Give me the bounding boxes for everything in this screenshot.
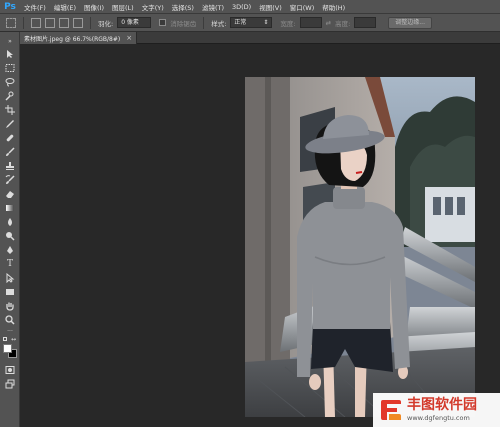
hand-icon[interactable] [3,300,17,311]
foreground-color-swatch[interactable] [3,344,12,353]
watermark: 丰图软件园 www.dgfengtu.com [373,393,500,427]
screen-mode-icon[interactable] [3,378,17,389]
history-brush-icon[interactable] [3,174,17,185]
menu-image[interactable]: 图像(I) [80,2,108,12]
zoom-icon[interactable] [3,314,17,325]
width-label: 宽度: [280,19,296,28]
menu-filter[interactable]: 滤镜(T) [198,2,228,12]
lasso-icon[interactable] [3,76,17,87]
marquee-icon[interactable] [3,62,17,73]
width-input[interactable] [299,17,322,28]
close-icon[interactable]: × [126,34,132,42]
feather-label: 羽化: [98,19,114,28]
menu-3d[interactable]: 3D(D) [228,3,255,11]
divider [203,16,205,29]
watermark-name: 丰图软件园 [407,397,477,414]
rectangular-marquee-icon[interactable] [6,17,16,28]
path-select-icon[interactable] [3,272,17,283]
style-value: 正常 [234,19,247,26]
menu-select[interactable]: 选择(S) [168,2,198,12]
height-label: 高度: [335,19,351,28]
document-tab-bar: 素材图片.jpeg @ 66.7%(RGB/8#) × [20,32,500,44]
divider [23,16,24,29]
blur-icon[interactable] [3,216,17,227]
document-tab[interactable]: 素材图片.jpeg @ 66.7%(RGB/8#) × [20,32,138,44]
menu-layer[interactable]: 图层(L) [108,2,138,12]
refine-edge-button[interactable]: 调整边缘... [388,16,432,29]
dodge-icon[interactable] [3,230,17,241]
menu-window[interactable]: 窗口(W) [286,2,319,12]
new-selection-icon[interactable] [31,17,41,28]
menu-view[interactable]: 视图(V) [255,2,286,12]
add-selection-icon[interactable] [45,17,55,28]
quick-mask-icon[interactable] [3,364,17,375]
menu-edit[interactable]: 编辑(E) [50,2,80,12]
menu-type[interactable]: 文字(Y) [138,2,168,12]
watermark-url: www.dgfengtu.com [407,414,470,423]
shape-icon[interactable] [3,286,17,297]
default-colors-icon[interactable] [3,337,7,341]
style-select[interactable]: 正常 ⇕ [230,17,273,28]
subtract-selection-icon[interactable] [59,17,69,28]
app-logo: Ps [4,1,16,12]
menu-bar: Ps 文件(F) 编辑(E) 图像(I) 图层(L) 文字(Y) 选择(S) 滤… [0,0,500,14]
gradient-icon[interactable] [3,202,17,213]
eraser-icon[interactable] [3,188,17,199]
panel-collapse-icon[interactable]: » [3,36,17,47]
antialias-checkbox[interactable] [159,19,167,26]
healing-brush-icon[interactable] [3,132,17,143]
eyedropper-icon[interactable] [3,118,17,129]
divider [90,16,91,29]
clone-stamp-icon[interactable] [3,160,17,171]
document-tab-title: 素材图片.jpeg @ 66.7%(RGB/8#) [24,35,121,43]
type-icon[interactable]: T [3,258,17,269]
height-input[interactable] [354,17,377,28]
swap-colors-icon[interactable]: ↔ [11,336,16,343]
antialias-label: 消除锯齿 [170,19,197,28]
move-icon[interactable] [3,48,17,59]
options-bar: 羽化: 0 像素 消除锯齿 样式: 正常 ⇕ 宽度: ⇄ 高度: 调整边缘... [0,14,500,32]
chevron-down-icon: ⇕ [263,19,269,26]
swap-icon[interactable]: ⇄ [326,19,331,27]
quick-select-icon[interactable] [3,90,17,101]
tools-panel: » T ··· ↔ [0,32,20,427]
pen-icon[interactable] [3,244,17,255]
document-image [245,77,475,417]
menu-help[interactable]: 帮助(H) [318,2,349,12]
feather-input[interactable]: 0 像素 [117,17,152,28]
watermark-logo-icon [379,399,403,421]
canvas-workspace[interactable] [20,44,500,427]
style-label: 样式: [211,19,227,28]
menu-file[interactable]: 文件(F) [20,2,50,12]
brush-icon[interactable] [3,146,17,157]
crop-icon[interactable] [3,104,17,115]
intersect-selection-icon[interactable] [73,17,83,28]
